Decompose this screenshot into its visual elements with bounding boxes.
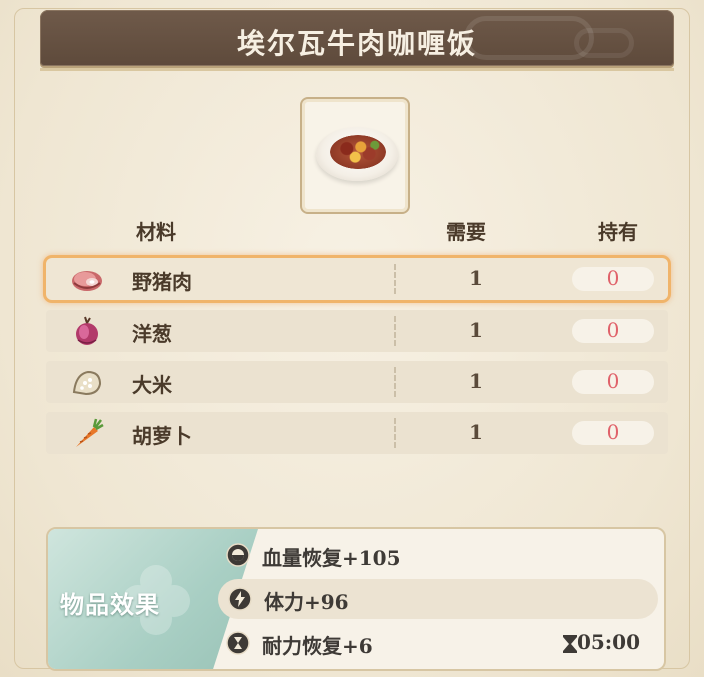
column-header-have: 持有 [598,220,638,244]
title-divider [40,68,674,71]
effect-duration: 05:00 [576,630,640,654]
ingredient-row-onion[interactable]: 洋葱 1 0 [46,310,668,352]
carrot-icon [76,418,104,447]
column-header-need: 需要 [446,220,486,244]
ingredient-have-count: 0 [606,318,620,342]
ingredient-name: 洋葱 [132,322,172,346]
title-banner: 埃尔瓦牛肉咖喱饭 [40,10,674,66]
row-divider [394,418,396,448]
effect-endurance-restore: 耐力恢复+6 05:00 [216,623,656,663]
dish-image-frame [300,97,410,214]
curry-dish-icon [330,135,386,169]
ingredient-name: 野猪肉 [132,270,192,294]
row-divider [394,367,396,397]
onion-icon [76,316,98,345]
ingredient-name: 大米 [132,373,172,397]
column-header-material: 材料 [136,220,176,244]
ingredient-row-boar-meat[interactable]: 野猪肉 1 0 [46,258,668,300]
ingredient-have-count: 0 [606,420,620,444]
ingredient-have-count: 0 [606,266,620,290]
ingredient-need-count: 1 [469,420,483,444]
rice-icon [72,370,102,396]
hourglass-icon [226,631,250,655]
hp-icon [226,543,250,567]
ingredient-need-count: 1 [469,318,483,342]
row-divider [394,264,396,294]
effect-text: 体力+96 [264,590,349,614]
ingredient-row-rice[interactable]: 大米 1 0 [46,361,668,403]
effects-label: 物品效果 [60,590,160,619]
lightning-icon [228,587,252,611]
effect-text: 血量恢复+105 [262,546,401,570]
effect-text: 耐力恢复+6 [262,634,373,658]
row-divider [394,316,396,346]
ingredient-have-count: 0 [606,369,620,393]
meat-icon [72,271,102,291]
timer-icon [563,635,577,653]
ingredient-row-carrot[interactable]: 胡萝卜 1 0 [46,412,668,454]
recipe-panel: 埃尔瓦牛肉咖喱饭 材料 需要 持有 野猪肉 1 0 洋葱 1 0 大米 1 0 … [0,0,704,677]
ingredient-name: 胡萝卜 [132,424,192,448]
recipe-title: 埃尔瓦牛肉咖喱饭 [236,27,477,60]
ingredient-need-count: 1 [469,266,483,290]
item-effects-panel: 物品效果 血量恢复+105 体力+96 耐力恢复+6 05:00 [46,527,666,671]
effect-stamina: 体力+96 [218,579,658,619]
ingredient-need-count: 1 [469,369,483,393]
effect-hp-restore: 血量恢复+105 [216,535,656,575]
